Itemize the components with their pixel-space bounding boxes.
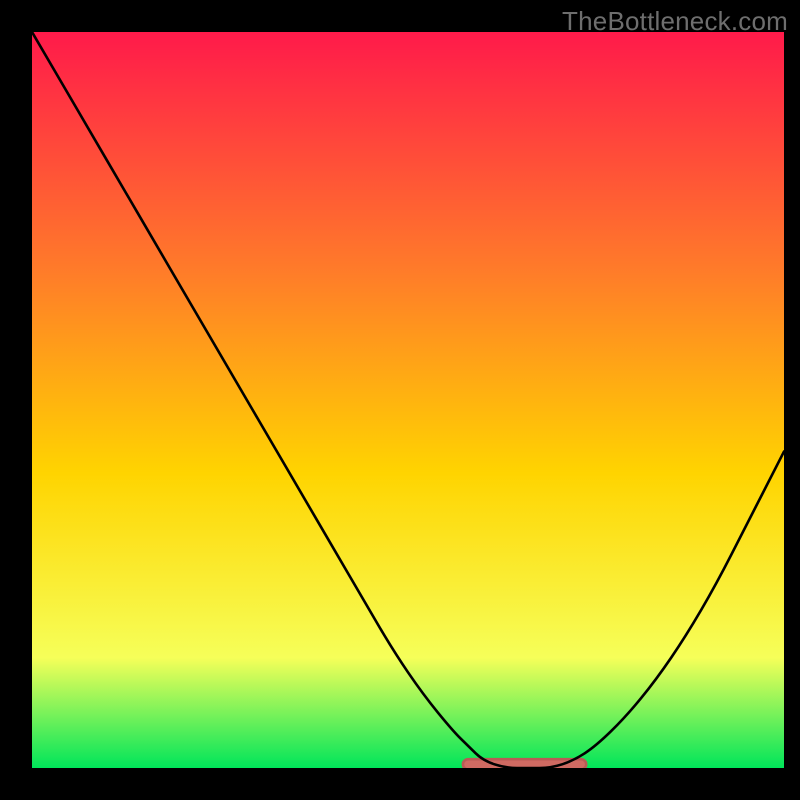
watermark-text: TheBottleneck.com bbox=[562, 6, 788, 37]
curve-layer bbox=[32, 32, 784, 768]
bottleneck-curve bbox=[32, 32, 784, 768]
chart-stage: TheBottleneck.com bbox=[0, 0, 800, 800]
plot-area bbox=[32, 32, 784, 768]
